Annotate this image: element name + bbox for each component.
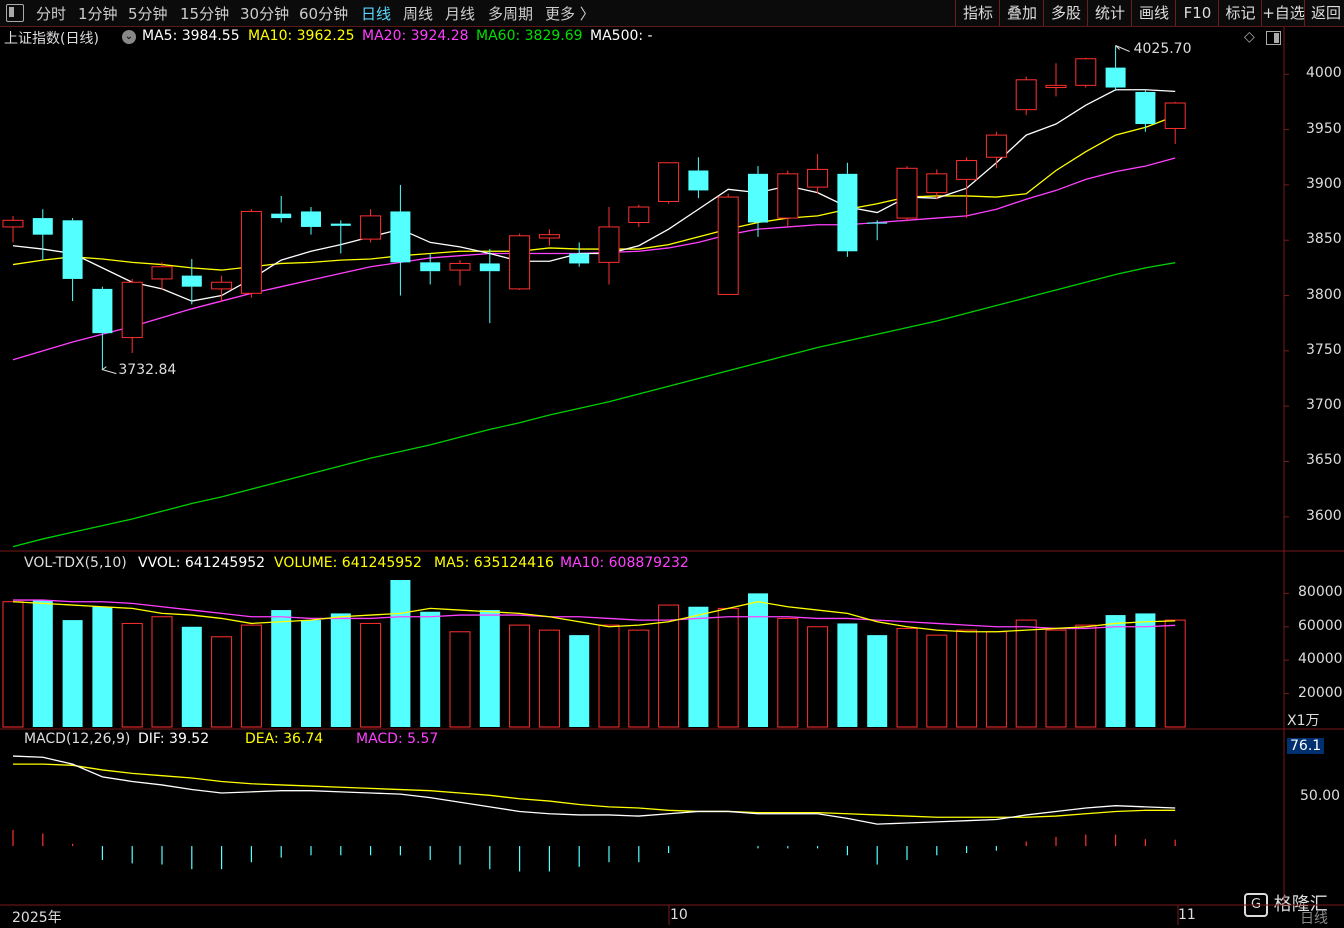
volume-bar-6 [181, 626, 202, 727]
volume-bar-7 [211, 636, 233, 728]
candle-body-22 [658, 162, 680, 202]
candle-body-21 [628, 206, 650, 224]
candle-body-39 [1164, 102, 1186, 129]
volume-bar-32 [956, 629, 978, 728]
candle-body-34 [1015, 79, 1037, 111]
candle-body-3 [92, 288, 113, 334]
volume-bar-12 [360, 622, 382, 728]
candle-body-2 [62, 220, 83, 279]
ma20-line [12, 157, 1176, 361]
ma60-line [12, 262, 1176, 548]
high-price-annotation: 4025.70 [1133, 41, 1192, 58]
volume-bar-30 [896, 627, 918, 728]
dif-line [12, 755, 1176, 825]
low-price-annotation: 3732.84 [118, 361, 177, 378]
candle-body-26 [777, 173, 799, 219]
candle-body-8 [240, 210, 262, 294]
volume-bar-1 [32, 600, 53, 727]
volume-bar-0 [2, 601, 24, 728]
volume-bar-15 [449, 631, 471, 728]
candle-body-30 [896, 167, 918, 219]
candle-body-1 [32, 218, 53, 235]
candle-body-15 [449, 262, 471, 271]
candle-body-5 [151, 266, 173, 280]
high-arrow [1115, 45, 1130, 52]
candle-body-28 [837, 173, 858, 252]
volume-bar-21 [628, 629, 650, 728]
candle-body-18 [538, 234, 560, 239]
candle-body-23 [688, 170, 709, 191]
candle-body-12 [360, 215, 382, 240]
candle-body-31 [926, 173, 948, 194]
volume-bar-36 [1075, 624, 1097, 728]
candle-body-11 [330, 223, 351, 226]
candle-body-32 [956, 160, 978, 180]
volume-bar-2 [62, 620, 83, 727]
volume-bar-38 [1135, 613, 1156, 727]
volume-bar-31 [926, 634, 948, 728]
volume-bar-19 [569, 635, 590, 727]
candle-body-20 [598, 226, 620, 263]
volume-bar-10 [301, 620, 321, 727]
volume-bar-27 [807, 626, 829, 728]
volume-bar-37 [1105, 615, 1126, 727]
volume-bar-13 [390, 580, 411, 727]
volume-bar-9 [271, 610, 292, 727]
low-arrow [101, 366, 117, 375]
volume-bar-26 [777, 617, 799, 728]
volume-bar-14 [420, 611, 441, 727]
volume-bar-3 [92, 606, 113, 727]
candle-body-4 [121, 281, 143, 339]
volume-bar-25 [748, 593, 768, 727]
candle-body-24 [717, 196, 739, 295]
candle-body-25 [748, 173, 768, 223]
volume-bar-34 [1015, 619, 1037, 728]
candle-body-17 [509, 235, 531, 290]
volume-bar-17 [509, 624, 531, 728]
volume-bar-16 [479, 610, 500, 727]
candle-body-33 [985, 134, 1007, 158]
candle-body-37 [1105, 67, 1126, 88]
candle-body-36 [1075, 58, 1097, 86]
candle-body-0 [2, 219, 24, 228]
candle-body-19 [569, 253, 590, 264]
volume-bar-33 [985, 631, 1007, 728]
volume-bar-22 [658, 604, 680, 728]
volume-bar-35 [1045, 629, 1067, 728]
chart-canvas [0, 27, 1344, 925]
ma5-line [12, 89, 1176, 302]
candle-body-14 [420, 262, 441, 272]
volume-bar-29 [867, 635, 888, 727]
candle-body-16 [479, 263, 500, 272]
volume-bar-39 [1164, 619, 1186, 728]
volume-bar-18 [538, 629, 560, 728]
candle-body-6 [181, 275, 202, 287]
candle-body-10 [301, 211, 321, 227]
candle-body-9 [271, 213, 292, 219]
volume-bar-8 [240, 624, 262, 728]
dea-line [13, 763, 1176, 818]
volume-bar-5 [151, 616, 173, 728]
candle-body-27 [807, 168, 829, 188]
candle-body-35 [1045, 84, 1067, 89]
volume-bar-28 [837, 623, 858, 727]
volume-bar-4 [121, 622, 143, 728]
candle-body-7 [211, 281, 233, 290]
volume-bar-20 [598, 624, 620, 728]
volume-bar-23 [688, 606, 709, 727]
candle-body-13 [390, 211, 411, 263]
volume-bar-11 [330, 613, 351, 727]
volume-bar-24 [717, 607, 739, 728]
candle-body-29 [867, 222, 888, 224]
candle-body-38 [1135, 91, 1156, 125]
